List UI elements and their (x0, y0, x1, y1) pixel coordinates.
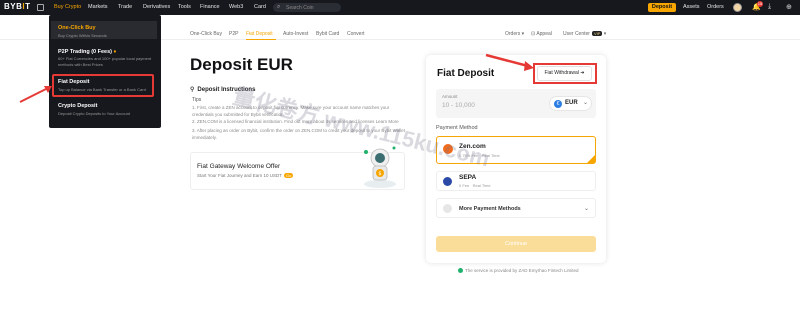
continue-button[interactable]: Continue (436, 236, 596, 252)
tab-one-click-buy[interactable]: One-Click Buy (190, 31, 222, 37)
sepa-logo-icon (443, 177, 452, 186)
nav-card[interactable]: Card (254, 4, 266, 10)
apps-icon[interactable] (37, 4, 44, 11)
svg-text:$: $ (378, 171, 381, 177)
top-navigation-bar: BYBIT Buy Crypto Markets Trade Derivativ… (0, 0, 800, 15)
dropdown-item-crypto-deposit[interactable]: Crypto Deposit Deposit Crypto Deposits t… (53, 103, 157, 119)
sepa-fee: 0 Fee (459, 183, 470, 188)
payment-option-sepa[interactable]: SEPA 0 Fee Real Time (436, 171, 596, 191)
service-provider-note: The service is provided by ZAD Emyrhao F… (458, 268, 579, 274)
dd-desc-one-click-buy: Buy Crypto Within Seconds (58, 33, 107, 38)
selected-corner-icon (587, 155, 595, 163)
active-tab-underline (246, 39, 276, 40)
offer-subtitle-text: Start Your Fiat Journey and Earn 10 USDT (197, 173, 283, 178)
nav-tools[interactable]: Tools (178, 4, 191, 10)
tab-auto-invest[interactable]: Auto-Invest (283, 31, 308, 37)
nav-buy-crypto[interactable]: Buy Crypto (54, 4, 81, 10)
currency-select[interactable]: € EUR ⌄ (549, 96, 592, 111)
orders-link[interactable]: Orders ▾ (505, 31, 524, 37)
deposit-button[interactable]: Deposit (648, 3, 676, 12)
page-title: Deposit EUR (190, 55, 293, 74)
vip-badge: VIP (591, 31, 603, 36)
chevron-down-icon: ⌄ (583, 100, 589, 106)
currency-code: EUR (565, 100, 578, 106)
offer-title: Fiat Gateway Welcome Offer (197, 163, 281, 170)
offer-go-badge[interactable]: Go (284, 173, 294, 178)
withdrawal-highlight-box (533, 63, 597, 84)
more-methods-label: More Payment Methods (459, 206, 521, 212)
tab-convert[interactable]: Convert (347, 31, 365, 37)
fire-icon: ♦ (113, 49, 117, 55)
dd-title-p2p-text: P2P Trading (0 Fees) (58, 49, 113, 55)
sepa-time: Real Time (472, 183, 491, 188)
offer-subtitle: Start Your Fiat Journey and Earn 10 USDT… (197, 173, 294, 178)
dropdown-item-p2p[interactable]: P2P Trading (0 Fees) ♦ 60+ Fiat Currenci… (53, 49, 157, 71)
orders-link-label: Orders (505, 31, 521, 37)
sepa-meta: 0 Fee Real Time (459, 183, 491, 188)
buy-crypto-dropdown: One-Click Buy Buy Crypto Within Seconds … (49, 15, 161, 128)
chevron-down-icon: ⌄ (584, 206, 590, 212)
sepa-name: SEPA (459, 174, 477, 181)
tips-label: Tips (192, 97, 202, 103)
red-arrow-to-withdrawal (485, 53, 534, 71)
user-center-label: User Center (563, 31, 590, 37)
nav-trade[interactable]: Trade (118, 4, 132, 10)
download-icon[interactable]: ⤓ (768, 3, 771, 11)
avatar[interactable] (733, 3, 742, 12)
amount-label: Amount (442, 94, 458, 99)
search-placeholder: Search Coin (286, 4, 314, 11)
tab-fiat-deposit[interactable]: Fiat Deposit (246, 31, 273, 37)
nav-derivatives[interactable]: Derivatives (143, 4, 170, 10)
location-pin-icon: ⚲ (190, 87, 195, 93)
appeal-link[interactable]: ⊡ Appeal (531, 31, 552, 37)
dd-desc-crypto-deposit: Deposit Crypto Deposits to Your Account (58, 111, 131, 116)
amount-field[interactable]: Amount 10 - 10,000 € EUR ⌄ (436, 89, 596, 118)
check-icon (458, 268, 463, 274)
search-icon: ⌕ (277, 4, 281, 10)
tab-p2p[interactable]: P2P (229, 31, 238, 37)
red-arrow-to-fiat-deposit (19, 86, 52, 103)
nav-markets[interactable]: Markets (88, 4, 108, 10)
assets-menu[interactable]: Assets (683, 4, 700, 10)
orders-menu[interactable]: Orders (707, 4, 724, 10)
provider-text: The service is provided by ZAD Emyrhao F… (465, 268, 579, 273)
amount-placeholder: 10 - 10,000 (442, 102, 475, 109)
dd-title-p2p: P2P Trading (0 Fees) ♦ (58, 49, 116, 55)
nav-web3[interactable]: Web3 (229, 4, 243, 10)
bybit-logo[interactable]: BYBIT (4, 2, 31, 11)
dd-desc-p2p: 60+ Fiat Currencies and 100+ popular loc… (58, 56, 152, 67)
search-input[interactable]: ⌕ Search Coin (273, 3, 341, 12)
more-dots-icon (443, 204, 452, 213)
tab-bybit-card[interactable]: Bybit Card (316, 31, 339, 37)
globe-icon[interactable]: ⊕ (786, 3, 792, 11)
nav-finance[interactable]: Finance (200, 4, 220, 10)
appeal-link-label: Appeal (536, 31, 552, 37)
fiat-deposit-highlight-box (52, 74, 154, 97)
dropdown-item-one-click-buy[interactable]: One-Click Buy Buy Crypto Within Seconds (53, 25, 157, 41)
user-center-link[interactable]: User Center VIP ▾ (563, 31, 606, 37)
notification-badge: 15 (757, 1, 763, 7)
dd-title-crypto-deposit: Crypto Deposit (58, 103, 98, 109)
euro-icon: € (554, 100, 562, 108)
more-payment-methods[interactable]: More Payment Methods ⌄ (436, 198, 596, 218)
dd-title-one-click-buy: One-Click Buy (58, 25, 96, 31)
